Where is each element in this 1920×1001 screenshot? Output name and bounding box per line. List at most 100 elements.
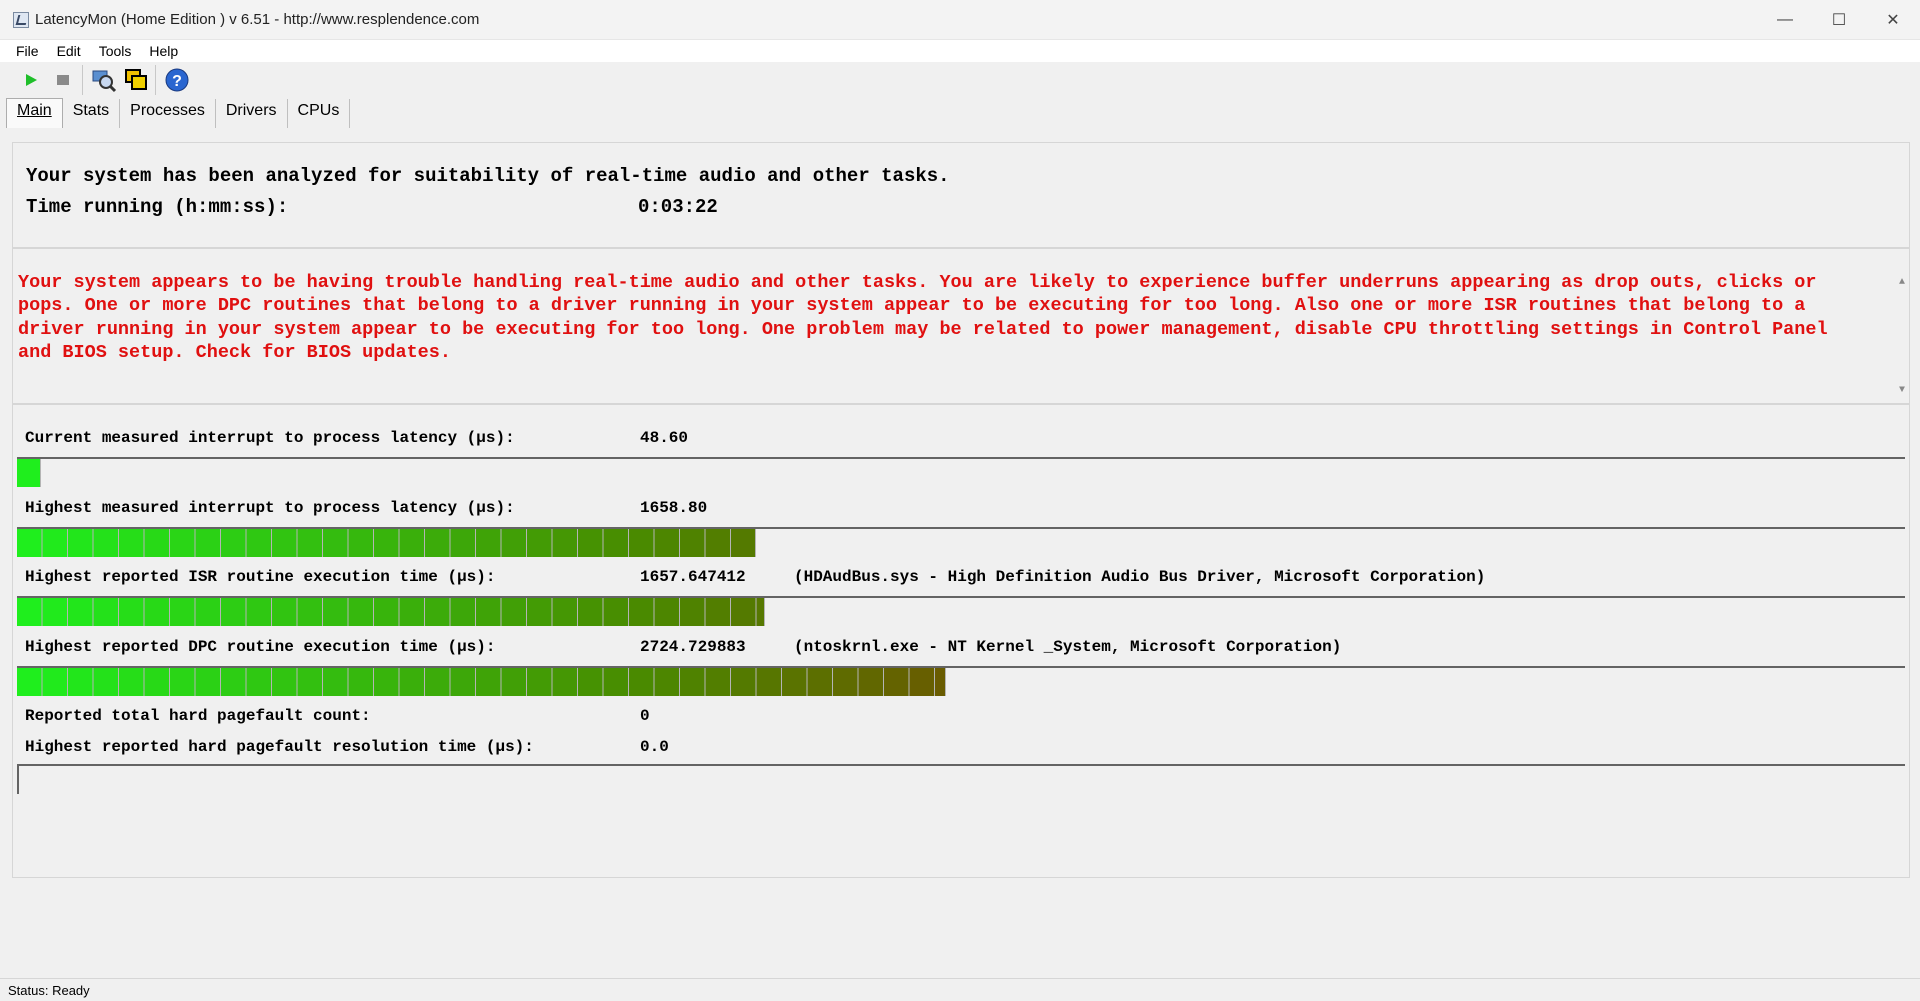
bar-segment-divider bbox=[169, 529, 170, 557]
bar-segment bbox=[782, 668, 807, 696]
bar-segment bbox=[348, 598, 373, 626]
scroll-up-arrow-icon[interactable]: ▲ bbox=[1899, 277, 1905, 288]
bar-segment-divider bbox=[526, 529, 527, 557]
bar-segment-divider bbox=[883, 668, 884, 696]
bar-segment-divider bbox=[92, 529, 94, 557]
bar-segment bbox=[603, 668, 628, 696]
bar-segment-divider bbox=[679, 598, 680, 626]
bar-segment bbox=[858, 668, 883, 696]
bar-segment bbox=[935, 668, 945, 696]
bar-segment bbox=[476, 529, 501, 557]
bar-segment bbox=[42, 529, 67, 557]
isr-driver-desc: (HDAudBus.sys - High Definition Audio Bu… bbox=[794, 568, 1486, 586]
bar-segment bbox=[705, 668, 730, 696]
isr-time-value: 1657.647412 bbox=[640, 568, 746, 586]
bar-segment-divider bbox=[296, 529, 298, 557]
bar-segment bbox=[425, 598, 450, 626]
summary-panel: Your system has been analyzed for suitab… bbox=[12, 142, 1910, 248]
tab-cpus[interactable]: CPUs bbox=[288, 99, 351, 128]
tab-main[interactable]: Main bbox=[6, 98, 63, 128]
bar-segment bbox=[93, 529, 118, 557]
bar-segment bbox=[399, 598, 424, 626]
help-button[interactable]: ? bbox=[162, 65, 192, 95]
minimize-button[interactable]: — bbox=[1758, 0, 1812, 39]
bar-segment-divider bbox=[169, 668, 170, 696]
windows-button[interactable] bbox=[121, 65, 151, 95]
bar-segment-divider bbox=[347, 529, 349, 557]
bar-segment bbox=[68, 598, 93, 626]
bar-segment-divider bbox=[475, 529, 476, 557]
bar-segment bbox=[654, 598, 679, 626]
bar-segment bbox=[221, 529, 246, 557]
windows-icon bbox=[125, 69, 147, 90]
current-latency-label: Current measured interrupt to process la… bbox=[25, 429, 515, 447]
bar-segment bbox=[17, 598, 42, 626]
bar-segment-divider bbox=[704, 529, 706, 557]
bar-segment bbox=[272, 529, 297, 557]
menu-edit[interactable]: Edit bbox=[51, 43, 87, 59]
warning-panel[interactable]: Your system appears to be having trouble… bbox=[12, 248, 1910, 404]
bar-segment bbox=[680, 598, 705, 626]
bar-segment-divider bbox=[271, 668, 272, 696]
bar-segment bbox=[170, 598, 195, 626]
tab-stats[interactable]: Stats bbox=[63, 99, 121, 128]
bar-segment-divider bbox=[500, 529, 502, 557]
toolbar-separator bbox=[155, 65, 156, 95]
tab-drivers[interactable]: Drivers bbox=[216, 99, 288, 128]
bar-segment-divider bbox=[143, 598, 145, 626]
status-bar: Status: Ready bbox=[0, 978, 1920, 1001]
bar-segment bbox=[552, 529, 577, 557]
start-button[interactable] bbox=[16, 65, 46, 95]
bar-segment bbox=[323, 598, 348, 626]
bar-segment-divider bbox=[373, 598, 374, 626]
bar-segment-divider bbox=[322, 529, 323, 557]
help-icon: ? bbox=[165, 68, 189, 92]
close-button[interactable]: ✕ bbox=[1866, 0, 1920, 39]
dpc-time-bar bbox=[17, 666, 1905, 696]
bar-segment-divider bbox=[41, 598, 43, 626]
bar-segment-divider bbox=[143, 529, 145, 557]
bar-segment-divider bbox=[347, 598, 349, 626]
bar-segment-divider bbox=[220, 529, 221, 557]
bar-segment-divider bbox=[271, 529, 272, 557]
menu-tools[interactable]: Tools bbox=[93, 43, 138, 59]
bar-segment bbox=[297, 529, 322, 557]
bar-segment-divider bbox=[373, 529, 374, 557]
window-controls: — ☐ ✕ bbox=[1758, 0, 1920, 39]
scroll-down-arrow-icon[interactable]: ▼ bbox=[1899, 385, 1905, 396]
bar-segment bbox=[170, 668, 195, 696]
stop-button[interactable] bbox=[48, 65, 78, 95]
bar-segment-divider bbox=[781, 668, 782, 696]
bar-segment-divider bbox=[245, 529, 247, 557]
toolbar-separator bbox=[82, 65, 83, 95]
bar-segment-divider bbox=[92, 668, 94, 696]
bar-segment bbox=[756, 598, 764, 626]
maximize-button[interactable]: ☐ bbox=[1812, 0, 1866, 39]
pagefault-count-value: 0 bbox=[640, 707, 650, 725]
window-title: LatencyMon (Home Edition ) v 6.51 - http… bbox=[35, 11, 480, 28]
bar-segment-divider bbox=[577, 598, 578, 626]
tab-processes[interactable]: Processes bbox=[120, 99, 216, 128]
play-icon bbox=[26, 74, 37, 86]
bar-segment bbox=[170, 529, 195, 557]
menu-help[interactable]: Help bbox=[143, 43, 184, 59]
bar-segment bbox=[527, 529, 552, 557]
bar-segment bbox=[221, 598, 246, 626]
menu-file[interactable]: File bbox=[10, 43, 45, 59]
bar-segment-divider bbox=[347, 668, 349, 696]
bar-segment-divider bbox=[500, 668, 502, 696]
driver-search-button[interactable] bbox=[89, 65, 119, 95]
bar-segment-divider bbox=[764, 598, 765, 626]
bar-segment bbox=[374, 529, 399, 557]
bar-segment bbox=[731, 668, 756, 696]
bar-segment-divider bbox=[398, 529, 400, 557]
bar-segment-divider bbox=[679, 529, 680, 557]
bar-segment bbox=[629, 668, 654, 696]
bar-segment-divider bbox=[704, 668, 706, 696]
bar-segment bbox=[909, 668, 934, 696]
bar-segments bbox=[17, 598, 765, 626]
bar-segment-divider bbox=[628, 598, 629, 626]
bar-segments bbox=[17, 529, 756, 557]
bar-segment bbox=[731, 598, 756, 626]
bar-segment-divider bbox=[730, 668, 731, 696]
